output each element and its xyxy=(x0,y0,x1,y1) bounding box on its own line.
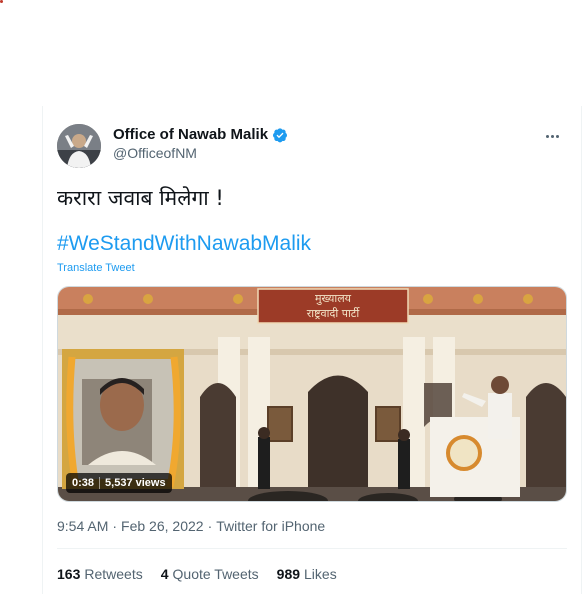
quotes-count: 4 xyxy=(160,566,169,582)
meta-separator: · xyxy=(112,518,118,534)
video-duration: 0:38 xyxy=(72,477,95,489)
video-overlay: 0:38 5,537 views xyxy=(66,473,172,493)
video-thumbnail: मुख्यालय राष्ट्रवादी पार्टी xyxy=(58,287,566,501)
quotes-label: Quote Tweets xyxy=(172,566,259,582)
tweet-meta: 9:54 AM · Feb 26, 2022 · Twitter for iPh… xyxy=(57,518,325,534)
display-name[interactable]: Office of Nawab Malik xyxy=(113,126,268,143)
hashtag-link[interactable]: #WeStandWithNawabMalik xyxy=(57,232,311,256)
tweet-date[interactable]: Feb 26, 2022 xyxy=(121,518,204,534)
sign-line-2: राष्ट्रवादी पार्टी xyxy=(307,307,361,320)
tweet-stats: 163 Retweets 4 Quote Tweets 989 Likes xyxy=(57,566,337,582)
verified-badge-icon xyxy=(273,127,288,142)
translate-tweet-link[interactable]: Translate Tweet xyxy=(57,262,135,274)
avatar[interactable] xyxy=(57,124,101,168)
avatar-image xyxy=(57,124,101,168)
likes-count: 989 xyxy=(276,566,301,582)
sign-line-1: मुख्यालय xyxy=(315,292,352,305)
tweet-time[interactable]: 9:54 AM xyxy=(57,518,108,534)
tweet-text: करारा जवाब मिलेगा ! xyxy=(57,186,224,210)
quote-tweets-stat[interactable]: 4 Quote Tweets xyxy=(161,566,259,582)
likes-label: Likes xyxy=(304,566,337,582)
video-media[interactable]: मुख्यालय राष्ट्रवादी पार्टी 0:38 5,537 v… xyxy=(57,286,567,502)
author-names: Office of Nawab Malik @OfficeofNM xyxy=(113,126,288,161)
more-options-icon[interactable] xyxy=(541,128,563,144)
corner-dot xyxy=(0,0,3,3)
handle[interactable]: @OfficeofNM xyxy=(113,145,288,161)
retweets-count: 163 xyxy=(57,566,81,582)
display-name-row: Office of Nawab Malik xyxy=(113,126,288,143)
retweets-label: Retweets xyxy=(84,566,143,582)
likes-stat[interactable]: 989 Likes xyxy=(277,566,337,582)
divider xyxy=(57,548,567,549)
retweets-stat[interactable]: 163 Retweets xyxy=(57,566,143,582)
tweet-header: Office of Nawab Malik @OfficeofNM xyxy=(57,124,567,168)
meta-separator: · xyxy=(207,518,213,534)
video-views: 5,537 views xyxy=(105,477,166,489)
tweet-card: Office of Nawab Malik @OfficeofNM करारा … xyxy=(42,106,582,594)
tweet-source[interactable]: Twitter for iPhone xyxy=(216,518,325,534)
